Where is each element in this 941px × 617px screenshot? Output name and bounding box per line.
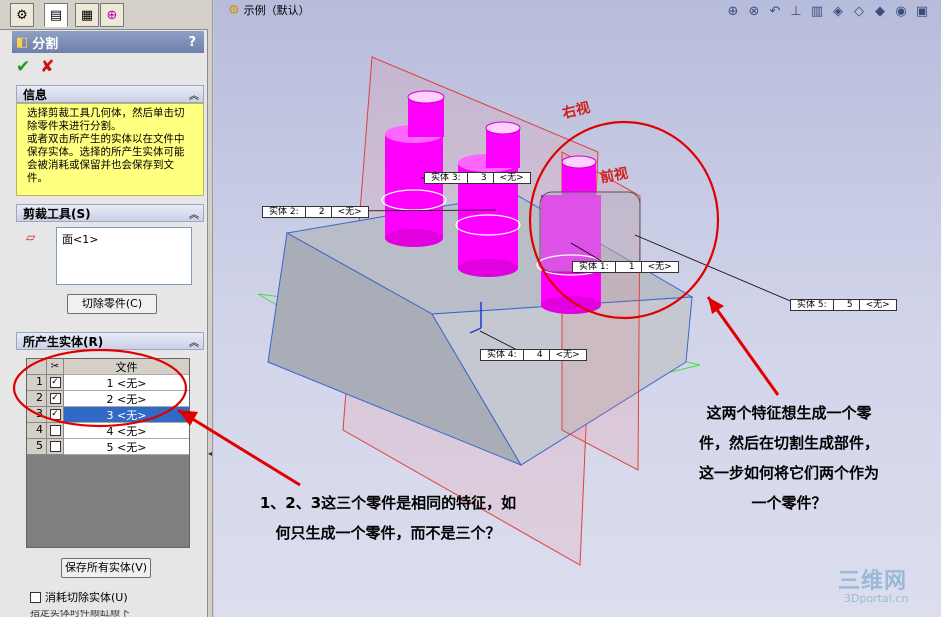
- ring-feature[interactable]: [539, 191, 641, 273]
- display-style-icon[interactable]: ◈: [829, 2, 847, 20]
- zoom-fit-icon[interactable]: ⊕: [724, 2, 742, 20]
- annotation-arrow-right: [706, 296, 780, 396]
- scene-icon[interactable]: ◉: [892, 2, 910, 20]
- view-orientation-icon[interactable]: ▥: [808, 2, 826, 20]
- watermark-logo: 三维网: [838, 569, 908, 594]
- body-callout-1[interactable]: 实体 1: 1 <无>: [572, 261, 679, 273]
- body-callout-2[interactable]: 实体 2: 2 <无>: [262, 206, 369, 218]
- body-callout-5[interactable]: 实体 5: 5 <无>: [790, 299, 897, 311]
- annotation-circle-left: [12, 348, 188, 428]
- hide-show-icon[interactable]: ◇: [850, 2, 868, 20]
- feature-tree-root[interactable]: ⚙ 示例（默认）: [228, 2, 310, 18]
- view-settings-icon[interactable]: ▣: [913, 2, 931, 20]
- body-callout-3[interactable]: 实体 3: 3 <无>: [424, 172, 531, 184]
- part-icon: ⚙: [228, 2, 240, 18]
- zoom-area-icon[interactable]: ⊗: [745, 2, 763, 20]
- annotation-arrow-left: [177, 408, 301, 487]
- heads-up-toolbar: ⊕ ⊗ ↶ ⊥ ▥ ◈ ◇ ◆ ◉ ▣: [724, 2, 931, 20]
- part-name: 示例（默认）: [243, 4, 310, 17]
- watermark-url: 3Dportal.cn: [844, 592, 909, 605]
- section-view-icon[interactable]: ⊥: [787, 2, 805, 20]
- cylinder-body-1[interactable]: [385, 133, 443, 238]
- edit-appearance-icon[interactable]: ◆: [871, 2, 889, 20]
- annotation-note-left: 1、2、3这三个零件是相同的特征，如 何只生成一个零件，而不是三个？: [259, 494, 517, 542]
- body-callout-4[interactable]: 实体 4: 4 <无>: [480, 349, 587, 361]
- annotation-note-right: 这两个特征想生成一个零 件，然后在切割生成部件， 这一步如何将它们两个作为 一个…: [698, 404, 879, 512]
- previous-view-icon[interactable]: ↶: [766, 2, 784, 20]
